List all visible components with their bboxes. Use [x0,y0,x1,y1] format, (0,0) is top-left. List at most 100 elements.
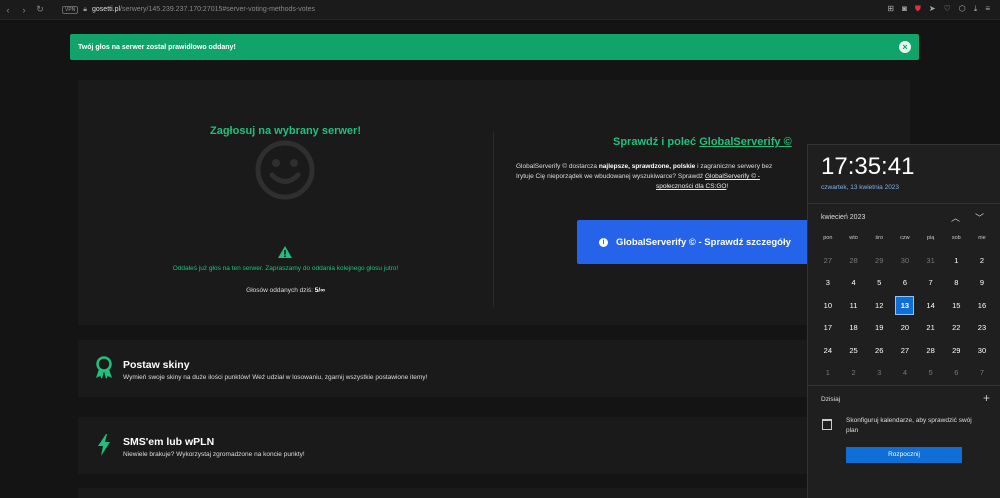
gs-desc-2: i zagraniczne serwery bez [697,163,773,170]
forward-icon[interactable]: › [16,5,32,15]
clock-date[interactable]: czwartek, 13 kwietnia 2023 [821,184,899,191]
heart-icon[interactable]: ♡ [944,4,951,14]
close-icon[interactable]: × [899,41,911,53]
gs-desc-link1[interactable]: GlobalServerify © - [705,173,760,180]
day-number: 1 [954,255,959,265]
reload-icon[interactable]: ↻ [32,4,48,15]
calendar-day[interactable]: 26 [866,339,892,362]
calendar-day[interactable]: 3 [866,362,892,385]
globalserverify-button[interactable]: i GlobalServerify © - Sprawdź szczegóły [577,220,817,264]
lock-icon[interactable]: 🔒︎ [83,6,87,14]
calendar-day[interactable]: 7 [969,362,995,385]
calendar-day[interactable]: 10 [815,294,841,317]
calendar-day[interactable]: 8 [943,272,969,295]
calendar-day[interactable]: 1 [815,362,841,385]
calendar-day[interactable]: 21 [918,317,944,340]
day-number: 31 [926,255,935,265]
bookmark-icon[interactable]: ⊞ [887,4,894,14]
calendar-day[interactable]: 2 [969,249,995,272]
day-number: 28 [926,345,935,355]
chevron-down-icon[interactable]: ﹀ [975,211,984,224]
add-event-icon[interactable]: + [983,391,990,405]
calendar-day[interactable]: 6 [943,362,969,385]
day-number: 22 [952,323,961,333]
day-number: 2 [979,255,985,265]
calendar-day[interactable]: 9 [969,272,995,295]
calendar-day[interactable]: 12 [866,294,892,317]
calendar-day[interactable]: 28 [841,249,867,272]
day-number: 7 [928,278,933,288]
day-number: 14 [926,300,935,310]
calendar-grid: 27 28 29 30 31 1 2 3 4 5 6 7 8 9 10 11 12 13 14 15 16 17 18 19 2… [815,249,995,384]
month-label[interactable]: kwiecień 2023 [821,214,865,221]
chevron-up-icon[interactable]: ︿ [951,211,960,224]
calendar-day[interactable]: 3 [815,272,841,295]
calendar-day[interactable]: 28 [918,339,944,362]
camera-icon[interactable]: ◙ [902,4,907,14]
calendar-day[interactable]: 15 [943,294,969,317]
calendar-day[interactable]: 16 [969,294,995,317]
calendar-day[interactable]: 14 [918,294,944,317]
menu-icon[interactable]: ≡ [985,4,990,14]
calendar-day[interactable]: 6 [892,272,918,295]
calendar-day[interactable]: 5 [866,272,892,295]
gs-desc-bold: najlepsze, sprawdzone, polskie [598,163,696,170]
vote-message: Oddałeś już głos na ten serwer. Zaprasza… [172,265,399,272]
separator [808,385,1000,386]
calendar-day[interactable]: 25 [841,339,867,362]
gs-title-link[interactable]: GlobalServerify © [699,136,791,148]
url-path: /serwery/145.239.237.170:27015#server-vo… [120,6,315,13]
calendar-day[interactable]: 22 [943,317,969,340]
globalserverify-description: GlobalServerify © dostarcza najlepsze, s… [516,162,816,192]
calendar-day[interactable]: 19 [866,317,892,340]
calendar-day[interactable]: 11 [841,294,867,317]
calendar-day[interactable]: 23 [969,317,995,340]
day-number: 5 [928,368,933,378]
calendar-day[interactable]: 27 [815,249,841,272]
calendar-day[interactable]: 24 [815,339,841,362]
calendar-day[interactable]: 18 [841,317,867,340]
card-sms-wpln[interactable]: SMS'em lub wPLN Niewiele brakuje? Wykorz… [78,417,910,474]
day-number: 3 [877,368,882,378]
info-icon: i [599,237,608,247]
vpn-badge[interactable]: VPN [62,5,79,14]
calendar-day[interactable]: 29 [866,249,892,272]
day-number: 5 [877,278,882,288]
gs-desc-end: ! [726,183,729,190]
download-icon[interactable]: ⤓ [974,4,978,14]
gs-desc-link2[interactable]: społeczności dla CS:GO [656,183,726,190]
card-postaw-skiny[interactable]: Postaw skiny Wymień swoje skiny na duże … [78,340,910,397]
calendar-day[interactable]: 5 [918,362,944,385]
shield-icon[interactable]: ⛊ [915,4,921,14]
calendar-day[interactable]: 30 [892,249,918,272]
back-icon[interactable]: ‹ [0,5,16,15]
calendar-day[interactable]: 4 [841,272,867,295]
alert-message: Twój głos na serwer został prawidłowo od… [78,43,236,51]
day-number: 25 [849,345,858,355]
votes-today: Głosów oddanych dziś: 5/∞ [78,287,493,294]
calendar-day[interactable]: 29 [943,339,969,362]
day-number: 4 [902,368,907,378]
calendar-day[interactable]: 17 [815,317,841,340]
weekday-label: wto [849,235,858,241]
calendar-day[interactable]: 31 [918,249,944,272]
calendar-day[interactable]: 1 [943,249,969,272]
send-icon[interactable]: ➤ [929,4,936,14]
day-number: 11 [849,300,858,310]
calendar-day[interactable]: 7 [918,272,944,295]
calendar-day[interactable]: 30 [969,339,995,362]
start-button[interactable]: Rozpocznij [846,447,962,463]
calendar-day[interactable]: 4 [892,362,918,385]
panel-divider [493,132,494,307]
card-title: Postaw skiny [123,359,190,371]
calendar-day[interactable]: 27 [892,339,918,362]
calendar-day[interactable]: 20 [892,317,918,340]
calendar-day-today[interactable]: 13 [892,294,918,317]
day-number: 24 [823,345,833,355]
address-bar[interactable]: gosetti.pl/serwery/145.239.237.170:27015… [92,6,315,13]
cube-icon[interactable]: ⬡ [959,4,966,14]
globalserverify-title: Sprawdź i poleć GlobalServerify © [613,136,792,148]
config-text: Skonfiguruj kalendarze, aby sprawdzić sw… [846,417,972,434]
day-number: 20 [900,323,910,333]
calendar-day[interactable]: 2 [841,362,867,385]
